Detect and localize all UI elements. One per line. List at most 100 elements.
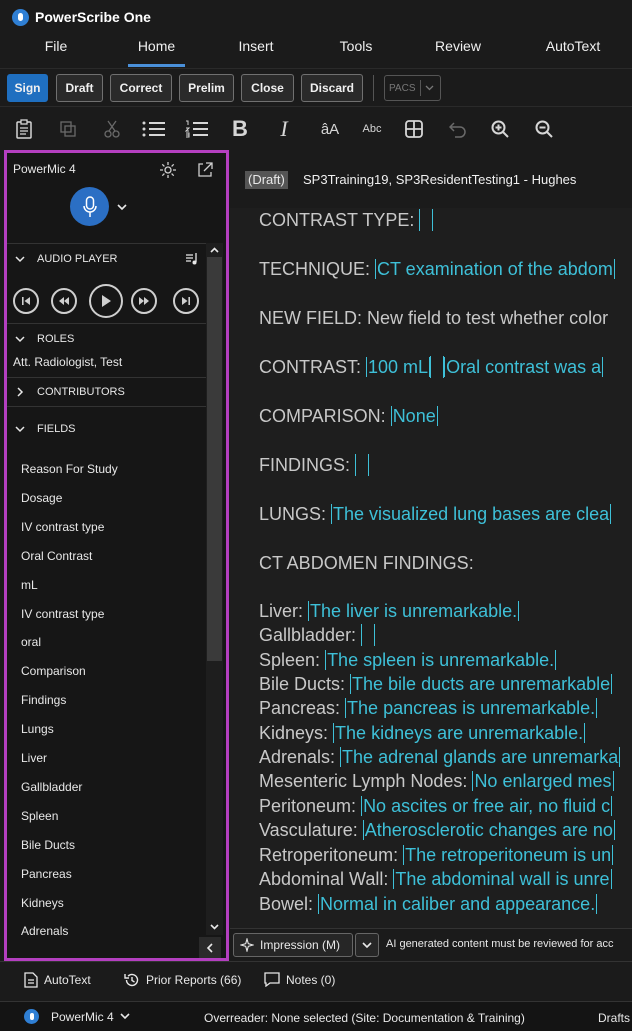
cut-icon[interactable] — [98, 115, 126, 143]
numbered-list-icon[interactable] — [183, 115, 211, 143]
gear-icon[interactable] — [159, 161, 177, 179]
popout-icon[interactable] — [196, 161, 214, 179]
field-value[interactable]: Normal in caliber and appearance. — [318, 894, 598, 914]
field-item[interactable]: Liver — [21, 751, 47, 765]
skip-end-button[interactable] — [173, 288, 199, 314]
report-line[interactable]: COMPARISON: None — [259, 405, 438, 427]
collapse-panel-button[interactable] — [199, 937, 221, 958]
field-value[interactable]: CT examination of the abdom — [375, 259, 615, 279]
powermic-status[interactable]: PowerMic 4 — [24, 1009, 130, 1024]
report-line[interactable]: Spleen: The spleen is unremarkable. — [259, 649, 557, 671]
bullet-list-icon[interactable] — [140, 115, 168, 143]
field-value[interactable]: The spleen is unremarkable. — [325, 650, 557, 670]
field-item[interactable]: Lungs — [21, 722, 54, 736]
menu-file[interactable]: File — [36, 34, 76, 68]
fast-forward-button[interactable] — [131, 288, 157, 314]
field-item[interactable]: mL — [21, 578, 38, 592]
field-value[interactable]: No enlarged mes — [472, 771, 614, 791]
autotext-button[interactable]: AutoText — [24, 972, 91, 988]
fields-header[interactable]: FIELDS — [7, 414, 206, 444]
field-item[interactable]: IV contrast type — [21, 607, 104, 621]
correct-button[interactable]: Correct — [110, 74, 172, 102]
scroll-up-icon[interactable] — [209, 245, 220, 256]
playlist-icon[interactable] — [185, 252, 199, 266]
field-item[interactable]: Findings — [21, 693, 66, 707]
field-value[interactable]: The liver is unremarkable. — [308, 601, 520, 621]
field-item[interactable]: Pancreas — [21, 867, 72, 881]
menu-autotext[interactable]: AutoText — [536, 34, 610, 68]
play-button[interactable] — [89, 284, 123, 318]
field-item[interactable]: Reason For Study — [21, 462, 118, 476]
close-button[interactable]: Close — [241, 74, 294, 102]
field-item[interactable]: IV contrast type — [21, 520, 104, 534]
field-value[interactable]: Atherosclerotic changes are no — [362, 820, 615, 840]
field-item[interactable]: Spleen — [21, 809, 58, 823]
field-item[interactable]: Oral Contrast — [21, 549, 92, 563]
report-line[interactable]: Peritoneum: No ascites or free air, no f… — [259, 795, 613, 817]
report-line[interactable]: Adrenals: The adrenal glands are unremar… — [259, 746, 621, 768]
field-value[interactable]: None — [390, 406, 438, 426]
report-editor[interactable]: CONTRAST TYPE: TECHNIQUE: CT examination… — [230, 208, 632, 928]
scroll-down-icon[interactable] — [209, 921, 220, 932]
field-value[interactable]: Oral contrast was a — [444, 357, 604, 377]
field-value[interactable]: The kidneys are unremarkable. — [333, 723, 586, 743]
field-value[interactable]: The pancreas is unremarkable. — [345, 698, 598, 718]
audio-player-header[interactable]: AUDIO PLAYER — [7, 243, 206, 273]
field-value[interactable]: The adrenal glands are unremarka — [340, 747, 621, 767]
menu-home[interactable]: Home — [128, 34, 185, 68]
impression-button[interactable]: Impression (M) — [233, 933, 353, 957]
drafts-status[interactable]: Drafts — [598, 1011, 630, 1025]
field-item[interactable]: Adrenals — [21, 924, 68, 938]
notes-button[interactable]: Notes (0) — [264, 972, 335, 987]
prior-reports-button[interactable]: Prior Reports (66) — [124, 972, 241, 988]
skip-start-button[interactable] — [13, 288, 39, 314]
roles-header[interactable]: ROLES — [7, 323, 206, 353]
report-line[interactable]: TECHNIQUE: CT examination of the abdom — [259, 258, 615, 280]
report-line[interactable]: Gallbladder: — [259, 624, 376, 646]
zoom-out-icon[interactable] — [530, 115, 558, 143]
field-value[interactable]: The visualized lung bases are clea — [331, 504, 612, 524]
bold-icon[interactable]: B — [226, 115, 254, 143]
report-line[interactable]: FINDINGS: — [259, 454, 370, 476]
field-value[interactable]: 100 mL — [366, 357, 431, 377]
field-item[interactable]: Kidneys — [21, 896, 64, 910]
microphone-button[interactable] — [70, 187, 109, 226]
field-value[interactable]: The abdominal wall is unre — [393, 869, 612, 889]
sign-button[interactable]: Sign — [7, 74, 48, 102]
report-line[interactable]: LUNGS: The visualized lung bases are cle… — [259, 503, 612, 525]
report-line[interactable]: Bowel: Normal in caliber and appearance. — [259, 893, 598, 915]
menu-tools[interactable]: Tools — [332, 34, 380, 68]
field-item[interactable]: Dosage — [21, 491, 62, 505]
menu-review[interactable]: Review — [430, 34, 486, 68]
change-case-icon[interactable]: Abc — [358, 115, 386, 143]
report-line[interactable]: Pancreas: The pancreas is unremarkable. — [259, 697, 598, 719]
field-value[interactable] — [361, 624, 376, 646]
prelim-button[interactable]: Prelim — [179, 74, 234, 102]
field-value[interactable]: No ascites or free air, no fluid c — [361, 796, 613, 816]
draft-button[interactable]: Draft — [56, 74, 103, 102]
field-value[interactable]: The retroperitoneum is un — [403, 845, 614, 865]
field-item[interactable]: Gallbladder — [21, 780, 82, 794]
chevron-down-icon[interactable] — [116, 201, 128, 213]
report-line[interactable]: Kidneys: The kidneys are unremarkable. — [259, 722, 586, 744]
report-line[interactable]: Mesenteric Lymph Nodes: No enlarged mes — [259, 770, 614, 792]
report-line[interactable]: Vasculature: Atherosclerotic changes are… — [259, 819, 615, 841]
field-item[interactable]: Bile Ducts — [21, 838, 75, 852]
impression-dropdown[interactable] — [355, 933, 379, 957]
report-line[interactable]: CT ABDOMEN FINDINGS: — [259, 552, 474, 574]
report-line[interactable]: Liver: The liver is unremarkable. — [259, 600, 520, 622]
field-item[interactable]: oral — [21, 635, 41, 649]
scrollbar-thumb[interactable] — [207, 257, 222, 661]
report-line[interactable]: Abdominal Wall: The abdominal wall is un… — [259, 868, 612, 890]
table-icon[interactable] — [400, 115, 428, 143]
copy-icon[interactable] — [54, 115, 82, 143]
font-size-icon[interactable]: âA — [316, 115, 344, 143]
paste-icon[interactable] — [10, 115, 38, 143]
report-line[interactable]: CONTRAST: 100 mL Oral contrast was a — [259, 356, 604, 378]
discard-button[interactable]: Discard — [301, 74, 363, 102]
zoom-in-icon[interactable] — [486, 115, 514, 143]
panel-scrollbar[interactable] — [206, 243, 223, 935]
document-tab[interactable]: (Draft) SP3Training19, SP3ResidentTestin… — [233, 150, 632, 208]
field-value[interactable] — [355, 454, 370, 476]
field-value[interactable] — [430, 356, 445, 378]
